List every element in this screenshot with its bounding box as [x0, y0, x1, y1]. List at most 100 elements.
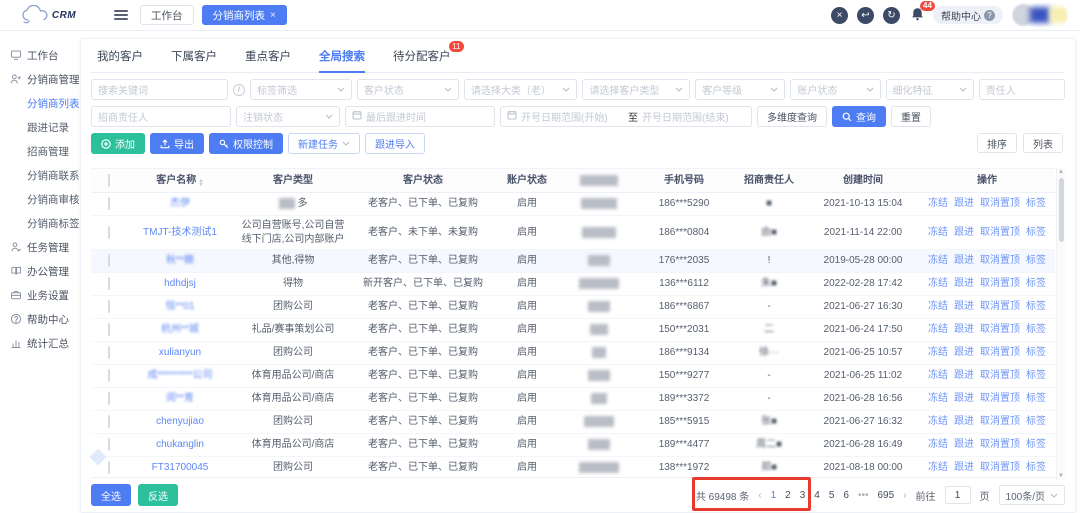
- notification-bell-icon[interactable]: 44: [911, 7, 924, 24]
- page-number-1[interactable]: 1: [771, 490, 777, 501]
- op-link-cancel-pin[interactable]: 取消置顶: [980, 278, 1020, 289]
- op-link-freeze[interactable]: 冻结: [928, 347, 948, 358]
- help-center-button[interactable]: 帮助中心 ?: [933, 6, 1003, 24]
- op-link-cancel-pin[interactable]: 取消置顶: [980, 439, 1020, 450]
- op-link-tag[interactable]: 标签: [1026, 324, 1046, 335]
- export-button[interactable]: 导出: [150, 133, 204, 154]
- select-all-button[interactable]: 全选: [91, 484, 131, 506]
- row-checkbox[interactable]: [108, 277, 110, 290]
- op-link-follow-up[interactable]: 跟进: [954, 301, 974, 312]
- row-checkbox[interactable]: [108, 438, 110, 451]
- row-checkbox[interactable]: [108, 197, 110, 210]
- page-number-6[interactable]: 6: [843, 490, 849, 501]
- op-link-tag[interactable]: 标签: [1026, 393, 1046, 404]
- customer-name-link[interactable]: xulianyun: [159, 347, 201, 358]
- op-link-tag[interactable]: 标签: [1026, 439, 1046, 450]
- query-button[interactable]: 查询: [832, 106, 886, 127]
- op-link-cancel-pin[interactable]: 取消置顶: [980, 255, 1020, 266]
- op-link-freeze[interactable]: 冻结: [928, 416, 948, 427]
- op-link-cancel-pin[interactable]: 取消置顶: [980, 347, 1020, 358]
- tab-subordinate-customers[interactable]: 下属客户: [171, 48, 217, 64]
- tab-my-customers[interactable]: 我的客户: [97, 48, 143, 64]
- customer-name-link[interactable]: FT31700045: [152, 462, 209, 473]
- daterange-open-date-range[interactable]: 开号日期范围(开始)至开号日期范围(结束): [500, 106, 752, 127]
- op-link-freeze[interactable]: 冻结: [928, 301, 948, 312]
- op-link-cancel-pin[interactable]: 取消置顶: [980, 370, 1020, 381]
- reset-button[interactable]: 重置: [891, 106, 931, 127]
- op-link-tag[interactable]: 标签: [1026, 198, 1046, 209]
- select-cancel-status[interactable]: 注销状态: [236, 106, 340, 127]
- customer-name-link[interactable]: 秋**棚: [166, 255, 194, 266]
- page-number-3[interactable]: 3: [800, 490, 806, 501]
- op-link-tag[interactable]: 标签: [1026, 227, 1046, 238]
- next-page-button[interactable]: ›: [903, 490, 906, 501]
- select-customer-status[interactable]: 客户状态: [357, 79, 459, 100]
- row-checkbox[interactable]: [108, 415, 110, 428]
- invert-select-button[interactable]: 反选: [138, 484, 178, 506]
- op-link-follow-up[interactable]: 跟进: [954, 227, 974, 238]
- page-size-select[interactable]: 100条/页: [999, 485, 1065, 505]
- table-scrollbar[interactable]: ▲ ▼: [1056, 168, 1065, 480]
- row-checkbox[interactable]: [108, 346, 110, 359]
- customer-name-link[interactable]: 杭州**城: [161, 324, 199, 335]
- page-number-5[interactable]: 5: [829, 490, 835, 501]
- op-link-freeze[interactable]: 冻结: [928, 324, 948, 335]
- scrollbar-thumb[interactable]: [1059, 178, 1064, 242]
- input-investment-owner[interactable]: 招商责任人: [91, 106, 231, 127]
- op-link-freeze[interactable]: 冻结: [928, 198, 948, 209]
- row-checkbox[interactable]: [108, 323, 110, 336]
- date-last-follow-time[interactable]: 最后跟进时间: [345, 106, 495, 127]
- select-customer-type[interactable]: 请选择客户类型: [582, 79, 690, 100]
- row-checkbox[interactable]: [108, 300, 110, 313]
- op-link-tag[interactable]: 标签: [1026, 416, 1046, 427]
- row-checkbox[interactable]: [108, 226, 110, 239]
- page-number-2[interactable]: 2: [785, 490, 791, 501]
- close-tab-icon[interactable]: ×: [270, 10, 276, 21]
- op-link-tag[interactable]: 标签: [1026, 462, 1046, 473]
- scroll-down-arrow-icon[interactable]: ▼: [1058, 473, 1064, 479]
- op-link-freeze[interactable]: 冻结: [928, 370, 948, 381]
- row-checkbox[interactable]: [108, 254, 110, 267]
- op-link-freeze[interactable]: 冻结: [928, 393, 948, 404]
- window-tab-distributor-list[interactable]: 分销商列表×: [202, 5, 287, 25]
- customer-name-link[interactable]: 恒**01: [166, 301, 195, 312]
- op-link-follow-up[interactable]: 跟进: [954, 198, 974, 209]
- op-link-follow-up[interactable]: 跟进: [954, 347, 974, 358]
- op-link-freeze[interactable]: 冻结: [928, 255, 948, 266]
- op-link-follow-up[interactable]: 跟进: [954, 462, 974, 473]
- add-button[interactable]: 添加: [91, 133, 145, 154]
- goto-page-input[interactable]: 1: [945, 486, 971, 504]
- op-link-freeze[interactable]: 冻结: [928, 439, 948, 450]
- op-link-tag[interactable]: 标签: [1026, 301, 1046, 312]
- sort-icon[interactable]: ▲▼: [198, 179, 203, 187]
- user-avatar[interactable]: [1012, 3, 1068, 27]
- op-link-freeze[interactable]: 冻结: [928, 462, 948, 473]
- customer-name-link[interactable]: 成*********公司: [147, 370, 212, 381]
- select-account-status[interactable]: 账户状态: [790, 79, 880, 100]
- op-link-cancel-pin[interactable]: 取消置顶: [980, 227, 1020, 238]
- new-task-button[interactable]: 新建任务: [288, 133, 360, 154]
- row-checkbox[interactable]: [108, 392, 110, 405]
- customer-name-link[interactable]: hdhdjsj: [164, 278, 196, 289]
- tab-global-search[interactable]: 全局搜索: [319, 48, 365, 64]
- op-link-tag[interactable]: 标签: [1026, 347, 1046, 358]
- customer-name-link[interactable]: chukanglin: [156, 439, 204, 450]
- input-owner-person[interactable]: 责任人: [979, 79, 1065, 100]
- op-link-follow-up[interactable]: 跟进: [954, 255, 974, 266]
- select-major-category[interactable]: 请选择大类（老）: [464, 79, 578, 100]
- close-circle-icon[interactable]: ×: [831, 7, 848, 24]
- op-link-follow-up[interactable]: 跟进: [954, 278, 974, 289]
- permission-control-button[interactable]: 权限控制: [209, 133, 283, 154]
- op-link-cancel-pin[interactable]: 取消置顶: [980, 393, 1020, 404]
- select-tag-filter[interactable]: 标签筛选: [250, 79, 352, 100]
- row-checkbox[interactable]: [108, 369, 110, 382]
- scroll-up-arrow-icon[interactable]: ▲: [1058, 169, 1064, 175]
- page-number-695[interactable]: 695: [878, 490, 895, 501]
- op-link-freeze[interactable]: 冻结: [928, 227, 948, 238]
- row-checkbox[interactable]: [108, 461, 110, 474]
- undo-arrow-icon[interactable]: ↩: [857, 7, 874, 24]
- op-link-follow-up[interactable]: 跟进: [954, 439, 974, 450]
- refresh-icon[interactable]: ↻: [883, 7, 900, 24]
- customer-name-link[interactable]: 闵**育: [166, 393, 194, 404]
- op-link-freeze[interactable]: 冻结: [928, 278, 948, 289]
